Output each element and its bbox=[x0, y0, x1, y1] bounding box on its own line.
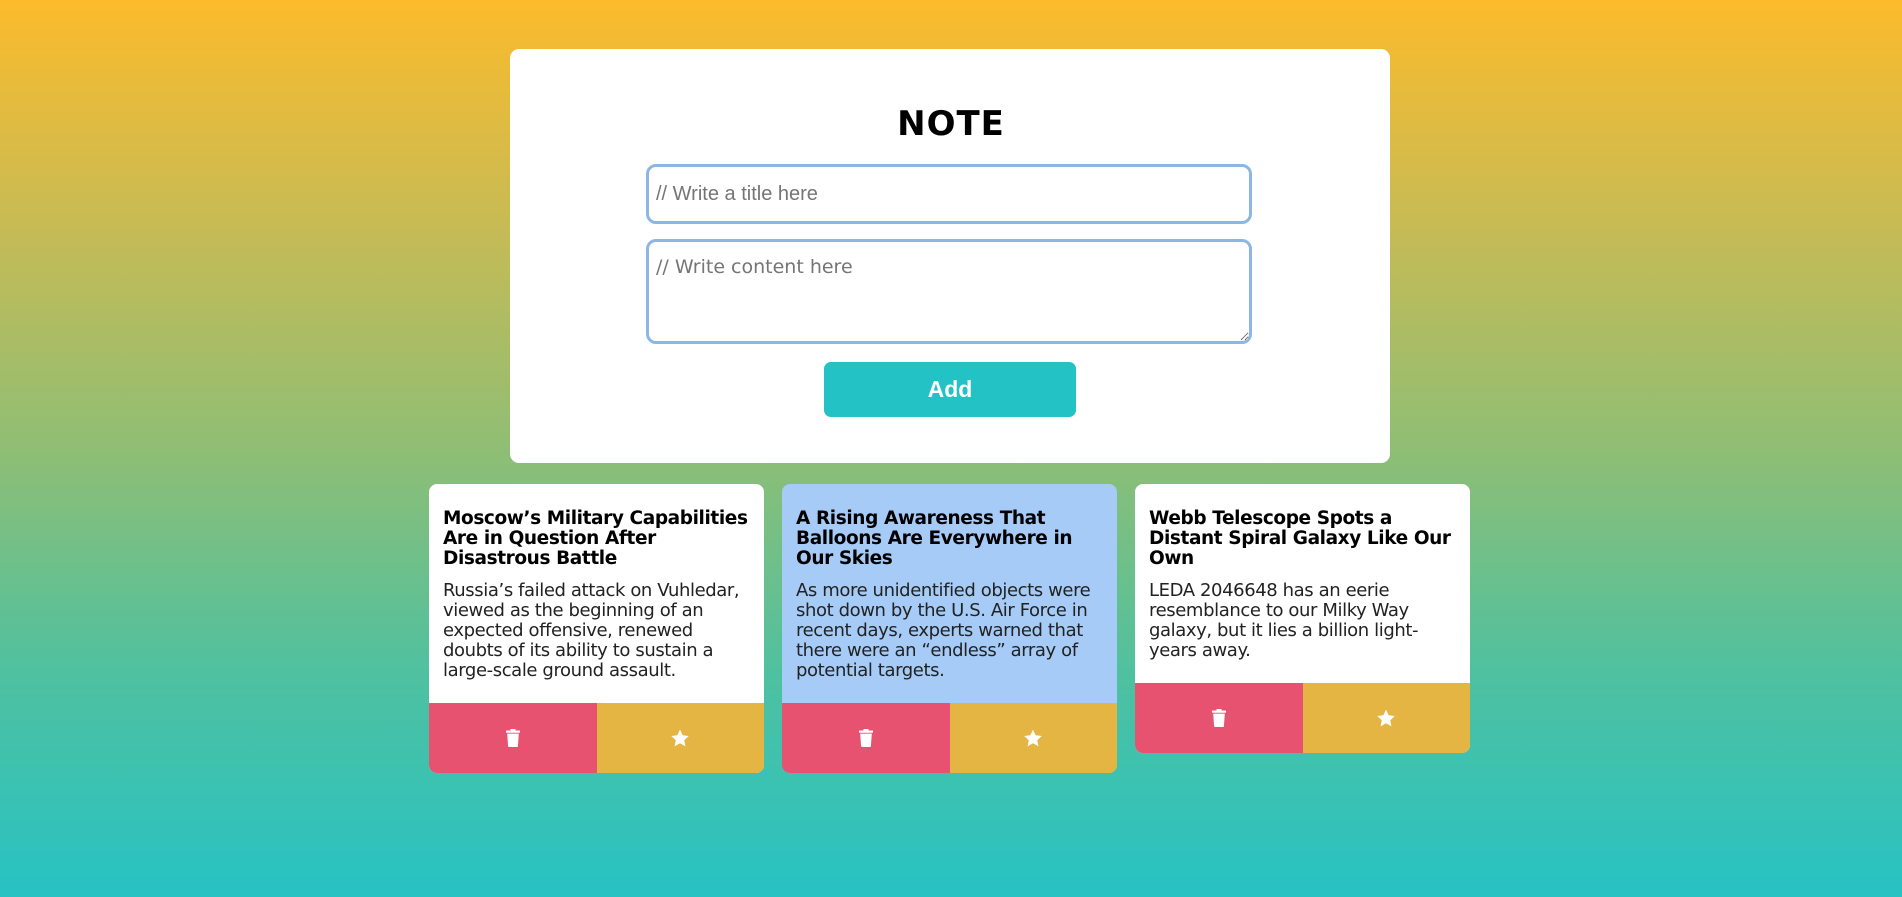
note-content-input[interactable] bbox=[646, 239, 1252, 344]
note-body: Moscow’s Military Capabilities Are in Qu… bbox=[429, 484, 764, 703]
page-title: NOTE bbox=[897, 104, 1005, 144]
trash-icon bbox=[858, 729, 873, 747]
note-content: As more unidentified objects were shot d… bbox=[796, 580, 1091, 681]
star-note-button[interactable] bbox=[596, 703, 764, 773]
note-card: Webb Telescope Spots a Distant Spiral Ga… bbox=[1135, 484, 1470, 753]
note-title: Webb Telescope Spots a Distant Spiral Ga… bbox=[1149, 508, 1451, 569]
note-actions bbox=[782, 703, 1117, 773]
trash-icon bbox=[505, 729, 520, 747]
note-actions bbox=[429, 703, 764, 773]
trash-icon bbox=[1211, 709, 1226, 727]
note-body: A Rising Awareness That Balloons Are Eve… bbox=[782, 484, 1117, 703]
note-title: Moscow’s Military Capabilities Are in Qu… bbox=[443, 508, 748, 569]
delete-note-button[interactable] bbox=[782, 703, 950, 773]
note-content: Russia’s failed attack on Vuhledar, view… bbox=[443, 580, 740, 681]
note-actions bbox=[1135, 683, 1470, 753]
star-icon bbox=[1023, 729, 1043, 748]
star-note-button[interactable] bbox=[949, 703, 1117, 773]
star-icon bbox=[670, 729, 690, 748]
note-card: Moscow’s Military Capabilities Are in Qu… bbox=[429, 484, 764, 773]
note-body: Webb Telescope Spots a Distant Spiral Ga… bbox=[1135, 484, 1470, 683]
note-title-input[interactable] bbox=[646, 164, 1252, 224]
star-icon bbox=[1376, 709, 1396, 728]
star-note-button[interactable] bbox=[1302, 683, 1470, 753]
note-title: A Rising Awareness That Balloons Are Eve… bbox=[796, 508, 1073, 569]
delete-note-button[interactable] bbox=[429, 703, 597, 773]
delete-note-button[interactable] bbox=[1135, 683, 1303, 753]
note-card-highlighted: A Rising Awareness That Balloons Are Eve… bbox=[782, 484, 1117, 773]
note-content: LEDA 2046648 has an eerie resemblance to… bbox=[1149, 580, 1419, 661]
add-note-button[interactable]: Add bbox=[824, 362, 1076, 417]
